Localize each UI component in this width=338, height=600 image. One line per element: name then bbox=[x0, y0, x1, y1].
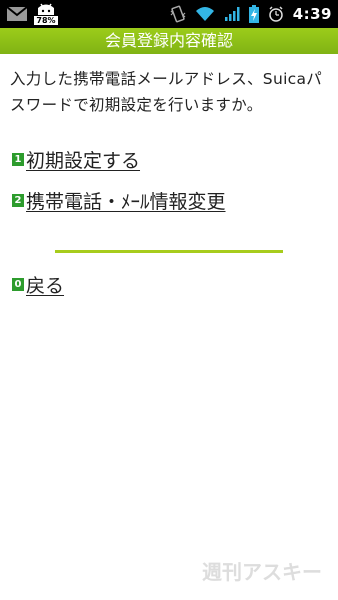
page-title: 会員登録内容確認 bbox=[0, 28, 338, 54]
number-badge-2: 2 bbox=[12, 194, 24, 207]
battery-widget-icon: 78% bbox=[34, 3, 58, 25]
vibrate-icon bbox=[170, 5, 186, 23]
alarm-icon bbox=[268, 6, 283, 22]
menu-item-initial-setup[interactable]: 1 初期設定する bbox=[12, 146, 140, 173]
change-info-link[interactable]: 携帯電話・ﾒｰﾙ情報変更 bbox=[26, 187, 226, 214]
watermark: 週刊アスキー bbox=[202, 560, 322, 584]
divider bbox=[55, 250, 283, 253]
back-link[interactable]: 戻る bbox=[26, 271, 64, 298]
menu-item-back[interactable]: 0 戻る bbox=[12, 271, 64, 298]
clock: 4:39 bbox=[292, 5, 332, 23]
battery-widget-percent: 78% bbox=[34, 16, 58, 25]
wifi-icon bbox=[195, 7, 214, 21]
intro-text: 入力した携帯電話メールアドレス、Suicaパスワードで初期設定を行いますか。 bbox=[10, 70, 323, 114]
battery-charging-icon bbox=[248, 5, 259, 23]
gmail-icon bbox=[6, 6, 28, 21]
number-badge-0: 0 bbox=[12, 278, 24, 291]
signal-icon bbox=[224, 7, 240, 21]
initial-setup-link[interactable]: 初期設定する bbox=[26, 146, 140, 173]
menu-item-change-info[interactable]: 2 携帯電話・ﾒｰﾙ情報変更 bbox=[12, 187, 226, 214]
status-bar: 78% 4:39 bbox=[0, 0, 338, 28]
number-badge-1: 1 bbox=[12, 153, 24, 166]
